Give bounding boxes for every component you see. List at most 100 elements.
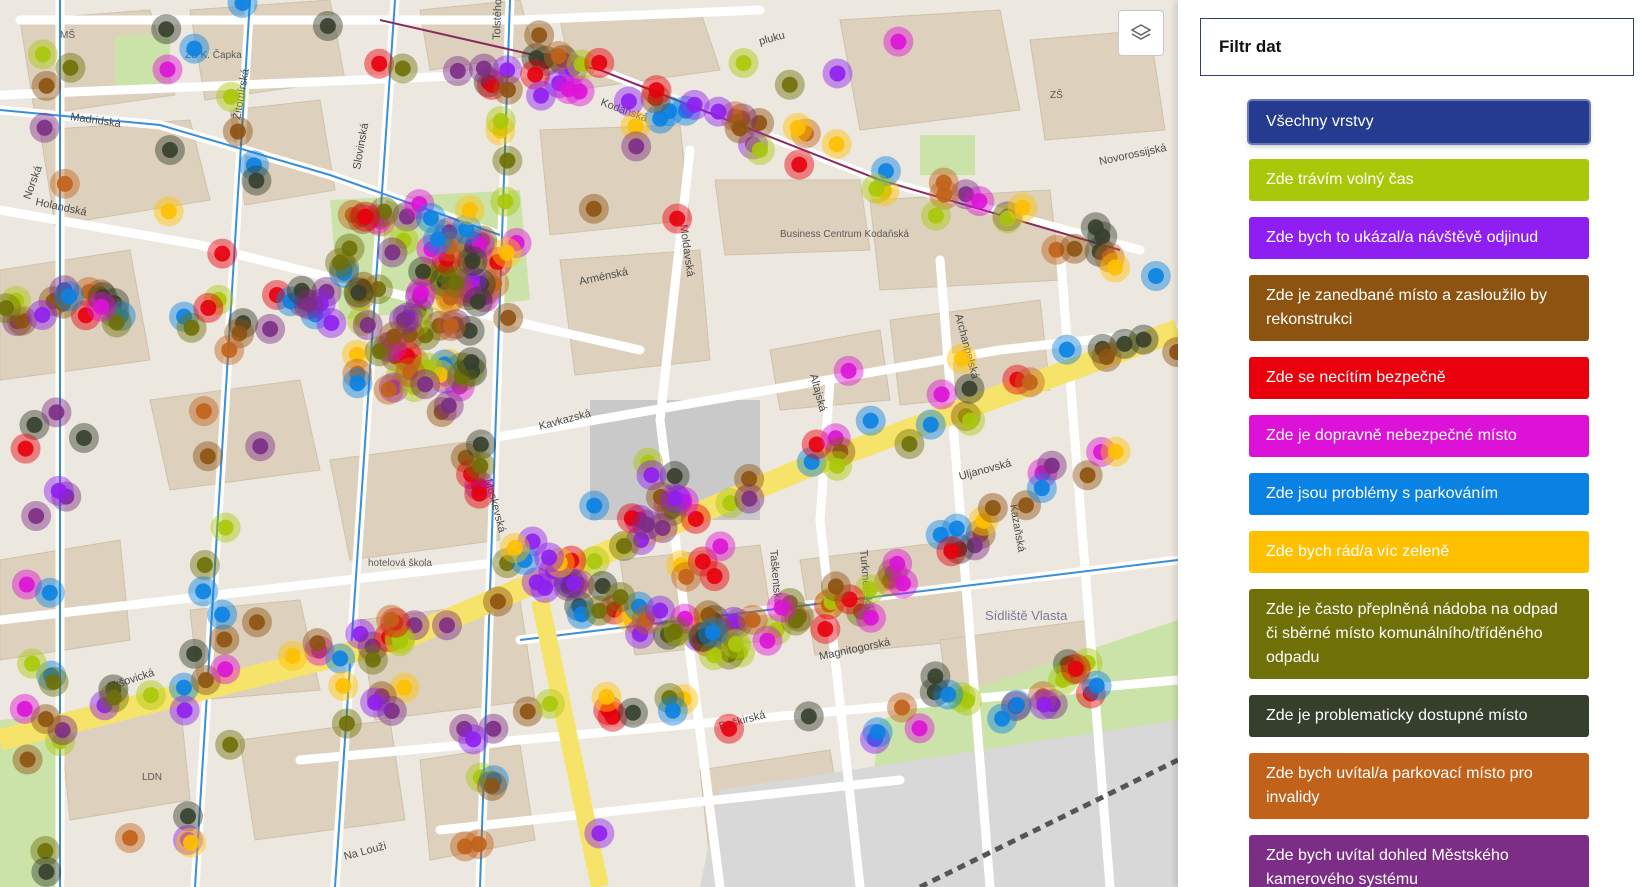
map-marker[interactable] bbox=[216, 631, 233, 648]
map-marker[interactable] bbox=[383, 611, 400, 628]
map-marker[interactable] bbox=[571, 83, 588, 100]
map-marker[interactable] bbox=[175, 679, 192, 696]
filter-all-layers[interactable]: Všechny vrstvy bbox=[1249, 101, 1589, 143]
map-marker[interactable] bbox=[935, 174, 952, 191]
map-marker[interactable] bbox=[894, 699, 911, 716]
filter-neglected-place[interactable]: Zde je zanedbané místo a zasloužilo by r… bbox=[1249, 275, 1589, 341]
map-marker[interactable] bbox=[1147, 268, 1164, 285]
filter-show-visitors[interactable]: Zde bych to ukázal/a návštěvě odjinud bbox=[1249, 217, 1589, 259]
map-marker[interactable] bbox=[159, 61, 176, 78]
map-marker[interactable] bbox=[789, 119, 806, 136]
map-marker[interactable] bbox=[1014, 199, 1031, 216]
map-marker[interactable] bbox=[56, 175, 73, 192]
map-marker[interactable] bbox=[498, 244, 515, 261]
map-marker[interactable] bbox=[586, 553, 603, 570]
map-marker[interactable] bbox=[338, 715, 355, 732]
map-marker[interactable] bbox=[422, 209, 439, 226]
map-marker[interactable] bbox=[519, 703, 536, 720]
filter-accessibility[interactable]: Zde je problematicky dostupné místo bbox=[1249, 695, 1589, 737]
map-marker[interactable] bbox=[50, 482, 67, 499]
map-marker[interactable] bbox=[332, 650, 349, 667]
map-marker[interactable] bbox=[485, 720, 502, 737]
map-marker[interactable] bbox=[349, 375, 366, 392]
map-marker[interactable] bbox=[93, 298, 110, 315]
map-marker[interactable] bbox=[741, 490, 758, 507]
map-marker[interactable] bbox=[1107, 259, 1124, 276]
map-marker[interactable] bbox=[469, 293, 486, 310]
map-marker[interactable] bbox=[448, 274, 465, 291]
map-marker[interactable] bbox=[394, 60, 411, 77]
map-marker[interactable] bbox=[828, 136, 845, 153]
map-marker[interactable] bbox=[396, 679, 413, 696]
map-marker[interactable] bbox=[499, 152, 516, 169]
map-marker[interactable] bbox=[869, 724, 886, 741]
map-marker[interactable] bbox=[1036, 696, 1053, 713]
map-marker[interactable] bbox=[350, 284, 367, 301]
map-marker[interactable] bbox=[927, 668, 944, 685]
map-marker[interactable] bbox=[1021, 374, 1038, 391]
filter-free-time[interactable]: Zde trávím volný čas bbox=[1249, 159, 1589, 201]
map-marker[interactable] bbox=[472, 457, 489, 474]
map-marker[interactable] bbox=[890, 33, 907, 50]
map-marker[interactable] bbox=[862, 609, 879, 626]
map-marker[interactable] bbox=[922, 416, 939, 433]
map-marker[interactable] bbox=[24, 655, 41, 672]
map-marker[interactable] bbox=[1107, 443, 1124, 460]
map-marker[interactable] bbox=[861, 581, 878, 598]
map-marker[interactable] bbox=[217, 519, 234, 536]
map-marker[interactable] bbox=[470, 836, 487, 853]
map-marker[interactable] bbox=[248, 614, 265, 631]
map-marker[interactable] bbox=[829, 457, 846, 474]
map-marker[interactable] bbox=[158, 21, 175, 38]
map-marker[interactable] bbox=[17, 440, 34, 457]
map-marker[interactable] bbox=[183, 319, 200, 336]
map-marker[interactable] bbox=[654, 520, 671, 537]
map-marker[interactable] bbox=[429, 231, 446, 248]
filter-unsafe[interactable]: Zde se necítím bezpečně bbox=[1249, 357, 1589, 399]
map-marker[interactable] bbox=[625, 704, 642, 721]
map-marker[interactable] bbox=[669, 210, 686, 227]
map-marker[interactable] bbox=[415, 263, 432, 280]
map-marker[interactable] bbox=[183, 834, 200, 851]
filter-more-greenery[interactable]: Zde bych rád/a víc zeleně bbox=[1249, 531, 1589, 573]
map-marker[interactable] bbox=[615, 538, 632, 555]
map-marker[interactable] bbox=[309, 635, 326, 652]
map-marker[interactable] bbox=[463, 354, 480, 371]
map-marker[interactable] bbox=[911, 720, 928, 737]
map-marker[interactable] bbox=[901, 436, 918, 453]
map-marker[interactable] bbox=[62, 59, 79, 76]
map-marker[interactable] bbox=[37, 711, 54, 728]
map-marker[interactable] bbox=[367, 694, 384, 711]
map-marker[interactable] bbox=[38, 77, 55, 94]
map-marker[interactable] bbox=[465, 731, 482, 748]
map-marker[interactable] bbox=[60, 288, 77, 305]
map-marker[interactable] bbox=[186, 40, 203, 57]
map-marker[interactable] bbox=[565, 575, 582, 592]
map-marker[interactable] bbox=[868, 180, 885, 197]
map-marker[interactable] bbox=[252, 438, 269, 455]
map-marker[interactable] bbox=[666, 468, 683, 485]
map-marker[interactable] bbox=[533, 87, 550, 104]
map-marker[interactable] bbox=[179, 808, 196, 825]
map-marker[interactable] bbox=[652, 602, 669, 619]
map-marker[interactable] bbox=[357, 208, 374, 225]
map-marker[interactable] bbox=[727, 635, 744, 652]
map-marker[interactable] bbox=[497, 193, 514, 210]
map-marker[interactable] bbox=[36, 119, 53, 136]
map-marker[interactable] bbox=[161, 142, 178, 159]
map-marker[interactable] bbox=[933, 386, 950, 403]
map-marker[interactable] bbox=[449, 62, 466, 79]
map-marker[interactable] bbox=[332, 254, 349, 271]
map-marker[interactable] bbox=[475, 60, 492, 77]
map-marker[interactable] bbox=[961, 380, 978, 397]
filter-traffic-danger[interactable]: Zde je dopravně nebezpečné místo bbox=[1249, 415, 1589, 457]
filter-cctv[interactable]: Zde bych uvítal dohled Městského kamerov… bbox=[1249, 835, 1589, 887]
map-marker[interactable] bbox=[222, 736, 239, 753]
map-marker[interactable] bbox=[751, 141, 768, 158]
map-marker[interactable] bbox=[643, 467, 660, 484]
map-marker[interactable] bbox=[667, 490, 684, 507]
map-marker[interactable] bbox=[612, 588, 629, 605]
map-marker[interactable] bbox=[1087, 219, 1104, 236]
map-marker[interactable] bbox=[759, 632, 776, 649]
map-marker[interactable] bbox=[678, 568, 695, 585]
